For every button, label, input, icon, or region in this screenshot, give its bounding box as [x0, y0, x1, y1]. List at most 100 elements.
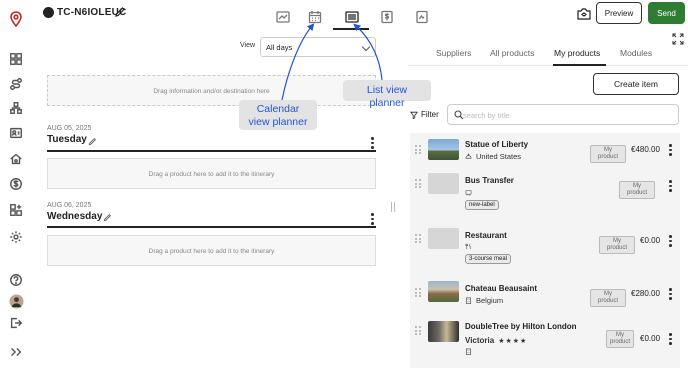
chevron-down-icon [361, 42, 371, 52]
map-view-tab[interactable] [274, 8, 291, 25]
preview-button[interactable]: Preview [596, 2, 642, 24]
active-tab-indicator [553, 64, 606, 66]
activity-icon [465, 153, 472, 159]
list-item[interactable]: Restaurant 3-course meal My product €0.0… [410, 222, 680, 270]
pricing-view-tab[interactable] [378, 8, 395, 25]
send-button[interactable]: Send [648, 2, 685, 24]
product-location-text: United States [476, 152, 522, 161]
map-pin-logo-icon[interactable] [8, 11, 24, 27]
expand-sidebar-icon[interactable] [8, 344, 24, 360]
tab-suppliers[interactable]: Suppliers [436, 48, 471, 58]
day-drop-zone[interactable]: Drag a product here to add it to the iti… [47, 158, 376, 189]
transfer-icon [465, 189, 472, 196]
drag-handle-icon[interactable] [415, 288, 421, 297]
product-price: €0.00 [640, 236, 661, 245]
product-location-text: Victoria [465, 336, 495, 345]
product-location: Victoria ★★★★ [465, 336, 527, 345]
product-name: DoubleTree by Hilton London [465, 322, 577, 331]
documents-view-tab[interactable] [413, 8, 430, 25]
day-menu-icon[interactable] [371, 137, 374, 149]
list-item[interactable]: DoubleTree by Hilton London Victoria ★★★… [410, 318, 680, 366]
filter-label: Filter [421, 110, 439, 119]
list-item[interactable]: Chateau Beausaint Belgium My product €28… [410, 276, 680, 312]
drag-handle-icon[interactable] [415, 179, 421, 188]
list-item[interactable]: Bus Transfer new-label My product [410, 167, 680, 215]
dollar-icon[interactable] [8, 176, 24, 192]
active-tab-indicator [333, 28, 369, 30]
edit-day-icon[interactable] [88, 137, 97, 146]
product-thumbnail [428, 228, 459, 249]
settings-icon[interactable] [8, 229, 24, 245]
my-product-badge: My product [590, 289, 626, 307]
modules-icon[interactable] [8, 202, 24, 218]
product-thumbnail [428, 173, 459, 194]
day-date: AUG 06, 2025 [47, 202, 92, 209]
product-menu-icon[interactable] [669, 288, 672, 300]
filter-icon [410, 111, 418, 119]
tab-all-products[interactable]: All products [490, 48, 534, 58]
edit-trip-icon[interactable] [114, 6, 126, 18]
create-item-button[interactable]: Create item [593, 73, 679, 95]
expand-icon[interactable] [672, 33, 684, 45]
product-location: United States [465, 152, 521, 161]
list-view-tab[interactable] [343, 8, 360, 25]
day-name: Tuesday [47, 134, 87, 145]
hierarchy-icon[interactable] [8, 100, 24, 116]
restaurant-icon [465, 243, 471, 250]
hotel-rating-stars: ★★★★ [498, 337, 528, 345]
tabs-divider [408, 65, 688, 66]
hotel-icon [465, 297, 472, 304]
help-icon[interactable] [8, 272, 24, 288]
product-name: Bus Transfer [465, 176, 514, 185]
filter-button[interactable]: Filter [410, 110, 439, 119]
panel-resize-handle[interactable] [391, 202, 395, 212]
product-thumbnail [428, 139, 459, 160]
hotel-icon [465, 348, 472, 355]
product-menu-icon[interactable] [669, 235, 672, 247]
product-price: €0.00 [640, 334, 661, 343]
avatar[interactable] [8, 293, 24, 309]
home-people-icon[interactable] [8, 151, 24, 167]
camera-icon[interactable] [577, 7, 591, 21]
route-icon[interactable] [8, 76, 24, 92]
day-date: AUG 05, 2025 [47, 125, 92, 132]
day-divider [47, 150, 376, 152]
drag-handle-icon[interactable] [415, 326, 421, 335]
day-menu-icon[interactable] [371, 213, 374, 225]
tab-modules[interactable]: Modules [620, 48, 652, 58]
contact-card-icon[interactable] [8, 125, 24, 141]
products-panel: Suppliers All products My products Modul… [408, 33, 688, 368]
dashboard-icon[interactable] [8, 51, 24, 67]
product-thumbnail [428, 281, 459, 302]
view-label: View [240, 42, 256, 49]
product-name: Statue of Liberty [465, 140, 529, 149]
day-drop-zone[interactable]: Drag a product here to add it to the iti… [47, 235, 376, 266]
day-divider [47, 226, 376, 228]
my-product-badge: My product [590, 145, 626, 163]
day-name: Wednesday [47, 211, 103, 222]
product-price: €280.00 [631, 289, 660, 298]
drag-handle-icon[interactable] [415, 234, 421, 243]
left-rail [0, 0, 33, 368]
calendar-view-tab[interactable] [306, 8, 323, 25]
product-name: Chateau Beausaint [465, 284, 538, 293]
view-select-value: All days [266, 43, 293, 52]
tab-my-products[interactable]: My products [554, 48, 600, 58]
product-menu-icon[interactable] [669, 144, 672, 156]
drag-handle-icon[interactable] [415, 145, 421, 154]
product-location-text: Belgium [476, 296, 504, 305]
view-select[interactable]: All days [260, 37, 376, 57]
product-name: Restaurant [465, 231, 507, 240]
destination-drop-zone[interactable]: Drag information and/or destination here [47, 75, 376, 106]
list-item[interactable]: Statue of Liberty United States My produ… [410, 133, 680, 167]
my-product-badge: My product [619, 181, 655, 199]
logout-icon[interactable] [8, 315, 24, 331]
search-input[interactable] [463, 108, 673, 122]
product-menu-icon[interactable] [669, 333, 672, 345]
product-location: Belgium [465, 296, 503, 305]
search-box[interactable] [447, 104, 679, 125]
my-product-badge: My product [606, 330, 634, 348]
edit-day-icon[interactable] [103, 213, 112, 222]
product-tag: new-label [465, 200, 499, 210]
product-menu-icon[interactable] [669, 180, 672, 192]
